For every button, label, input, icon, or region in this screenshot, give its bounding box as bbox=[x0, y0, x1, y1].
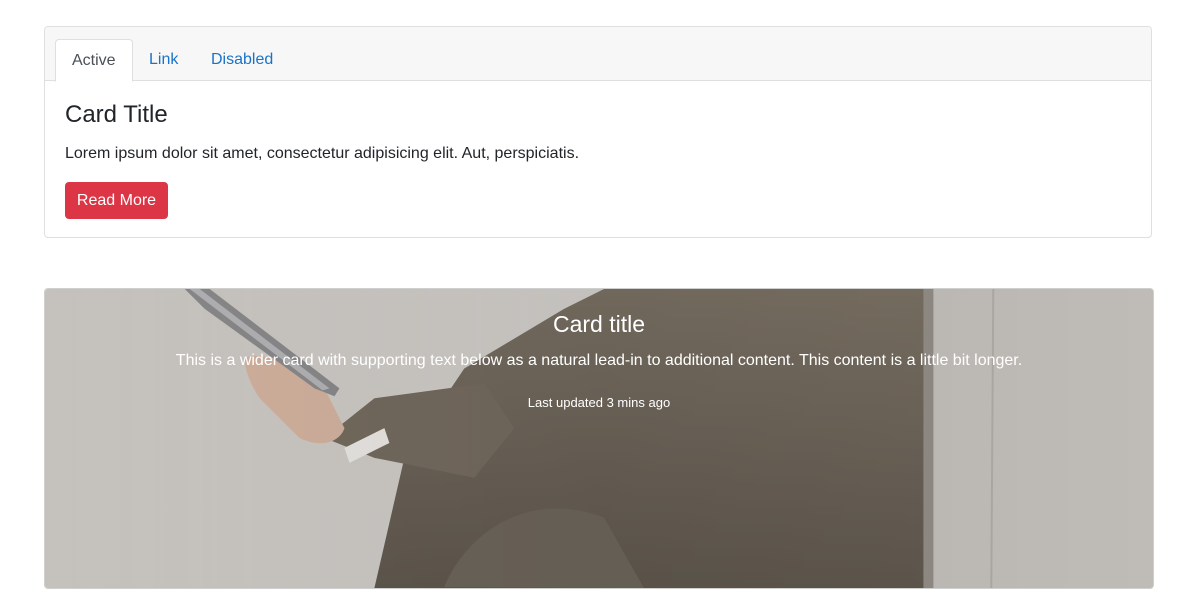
tab-active[interactable]: Active bbox=[55, 39, 133, 82]
overlay-card-title: Card title bbox=[552, 311, 646, 337]
tab-disabled[interactable]: Disabled bbox=[195, 39, 289, 81]
tab-link[interactable]: Link bbox=[133, 39, 194, 81]
read-more-button[interactable]: Read More bbox=[65, 182, 168, 219]
card-title: Card Title bbox=[65, 101, 168, 128]
image-overlay-card: Card title This is a wider card with sup… bbox=[44, 288, 1154, 589]
overlay-card-text: This is a wider card with supporting tex… bbox=[175, 352, 1023, 369]
card-text: Lorem ipsum dolor sit amet, consectetur … bbox=[65, 145, 580, 162]
tabs-card: Active Link Disabled Card Title Lorem ip… bbox=[44, 26, 1152, 238]
overlay-last-updated: Last updated 3 mins ago bbox=[527, 395, 671, 410]
card-header-tabs: Active Link Disabled bbox=[45, 27, 1151, 82]
